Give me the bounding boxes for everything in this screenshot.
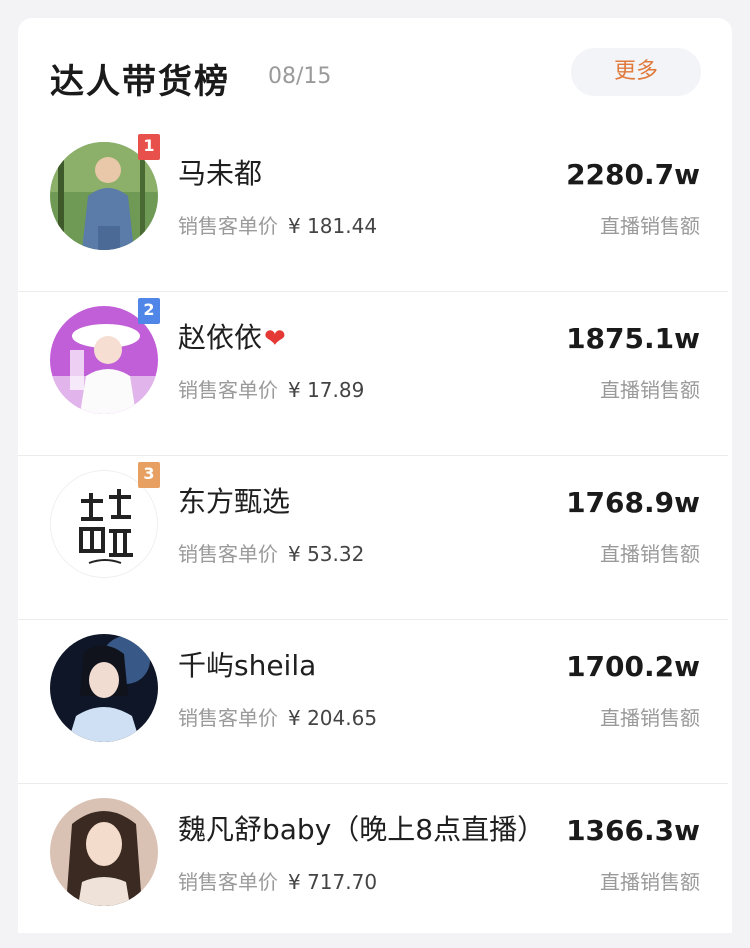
ranking-date: 08/15 — [268, 64, 332, 89]
price-info: 销售客单价 ¥ 204.65 — [178, 706, 378, 730]
more-button[interactable]: 更多 — [571, 48, 701, 96]
price-info: 销售客单价 ¥ 53.32 — [178, 542, 365, 566]
card-header: 达人带货榜 08/15 更多 — [18, 18, 732, 128]
influencer-name: 千屿sheila — [178, 649, 317, 682]
price-info: 销售客单价 ¥ 181.44 — [178, 214, 378, 238]
sales-value: 2280.7w — [566, 158, 700, 191]
sales-label: 直播销售额 — [600, 214, 700, 238]
influencer-row-1[interactable]: 1 马未都 销售客单价 ¥ 181.44 2280.7w 直播销售额 — [18, 128, 728, 292]
price-info: 销售客单价 ¥ 717.70 — [178, 870, 378, 894]
sales-label: 直播销售额 — [600, 378, 700, 402]
influencer-row-3[interactable]: 3 东方甄选 销售客单价 ¥ 53.32 1768.9w 直播销售额 — [18, 456, 728, 620]
ranking-card: 达人带货榜 08/15 更多 1 马未都 销售客单价 ¥ 181.44 2280.… — [18, 18, 732, 933]
sales-label: 直播销售额 — [600, 870, 700, 894]
avatar — [50, 798, 158, 906]
page-title: 达人带货榜 — [50, 62, 230, 102]
sales-value: 1366.3w — [566, 814, 700, 847]
avatar — [50, 634, 158, 742]
sales-label: 直播销售额 — [600, 542, 700, 566]
heart-icon: ❤ — [264, 324, 286, 354]
influencer-name: 赵依依❤ — [178, 321, 286, 354]
rank-badge: 1 — [138, 134, 160, 160]
sales-value: 1768.9w — [566, 486, 700, 519]
sales-value: 1875.1w — [566, 322, 700, 355]
price-info: 销售客单价 ¥ 17.89 — [178, 378, 365, 402]
influencer-name: 魏凡舒baby（晚上8点直播） — [178, 813, 546, 846]
rank-badge: 3 — [138, 462, 160, 488]
influencer-row-5[interactable]: 魏凡舒baby（晚上8点直播） 销售客单价 ¥ 717.70 1366.3w 直播… — [18, 784, 728, 948]
influencer-name: 马未都 — [178, 157, 263, 190]
sales-label: 直播销售额 — [600, 706, 700, 730]
influencer-name: 东方甄选 — [178, 485, 291, 518]
influencer-row-4[interactable]: 千屿sheila 销售客单价 ¥ 204.65 1700.2w 直播销售额 — [18, 620, 728, 784]
influencer-row-2[interactable]: 2 赵依依❤ 销售客单价 ¥ 17.89 1875.1w 直播销售额 — [18, 292, 728, 456]
sales-value: 1700.2w — [566, 650, 700, 683]
rank-badge: 2 — [138, 298, 160, 324]
